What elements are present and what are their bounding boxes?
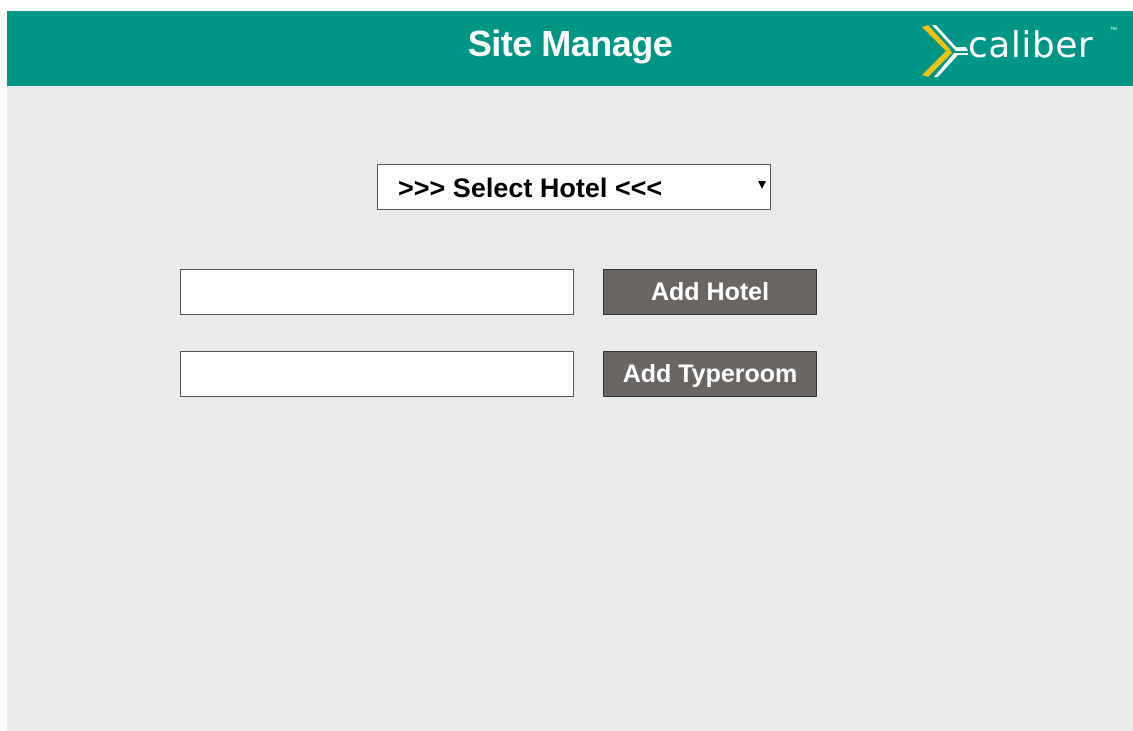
logo-trademark: ™ [1110, 27, 1117, 34]
hotel-select[interactable]: >>> Select Hotel <<< [377, 164, 771, 210]
typeroom-name-input[interactable] [180, 351, 574, 397]
logo-text: caliber [968, 25, 1094, 66]
hotel-name-input[interactable] [180, 269, 574, 315]
chevron-down-icon [758, 181, 766, 189]
xcaliber-x-mark-icon [922, 25, 968, 77]
add-typeroom-button[interactable]: Add Typeroom [603, 351, 817, 397]
hotel-select-value: >>> Select Hotel <<< [398, 173, 663, 203]
page-frame: Site Manage caliber ™ >>> Select Hotel <… [7, 11, 1133, 731]
header-bar: Site Manage caliber ™ [7, 11, 1133, 86]
xcaliber-logo: caliber ™ [920, 21, 1130, 81]
add-hotel-button[interactable]: Add Hotel [603, 269, 817, 315]
